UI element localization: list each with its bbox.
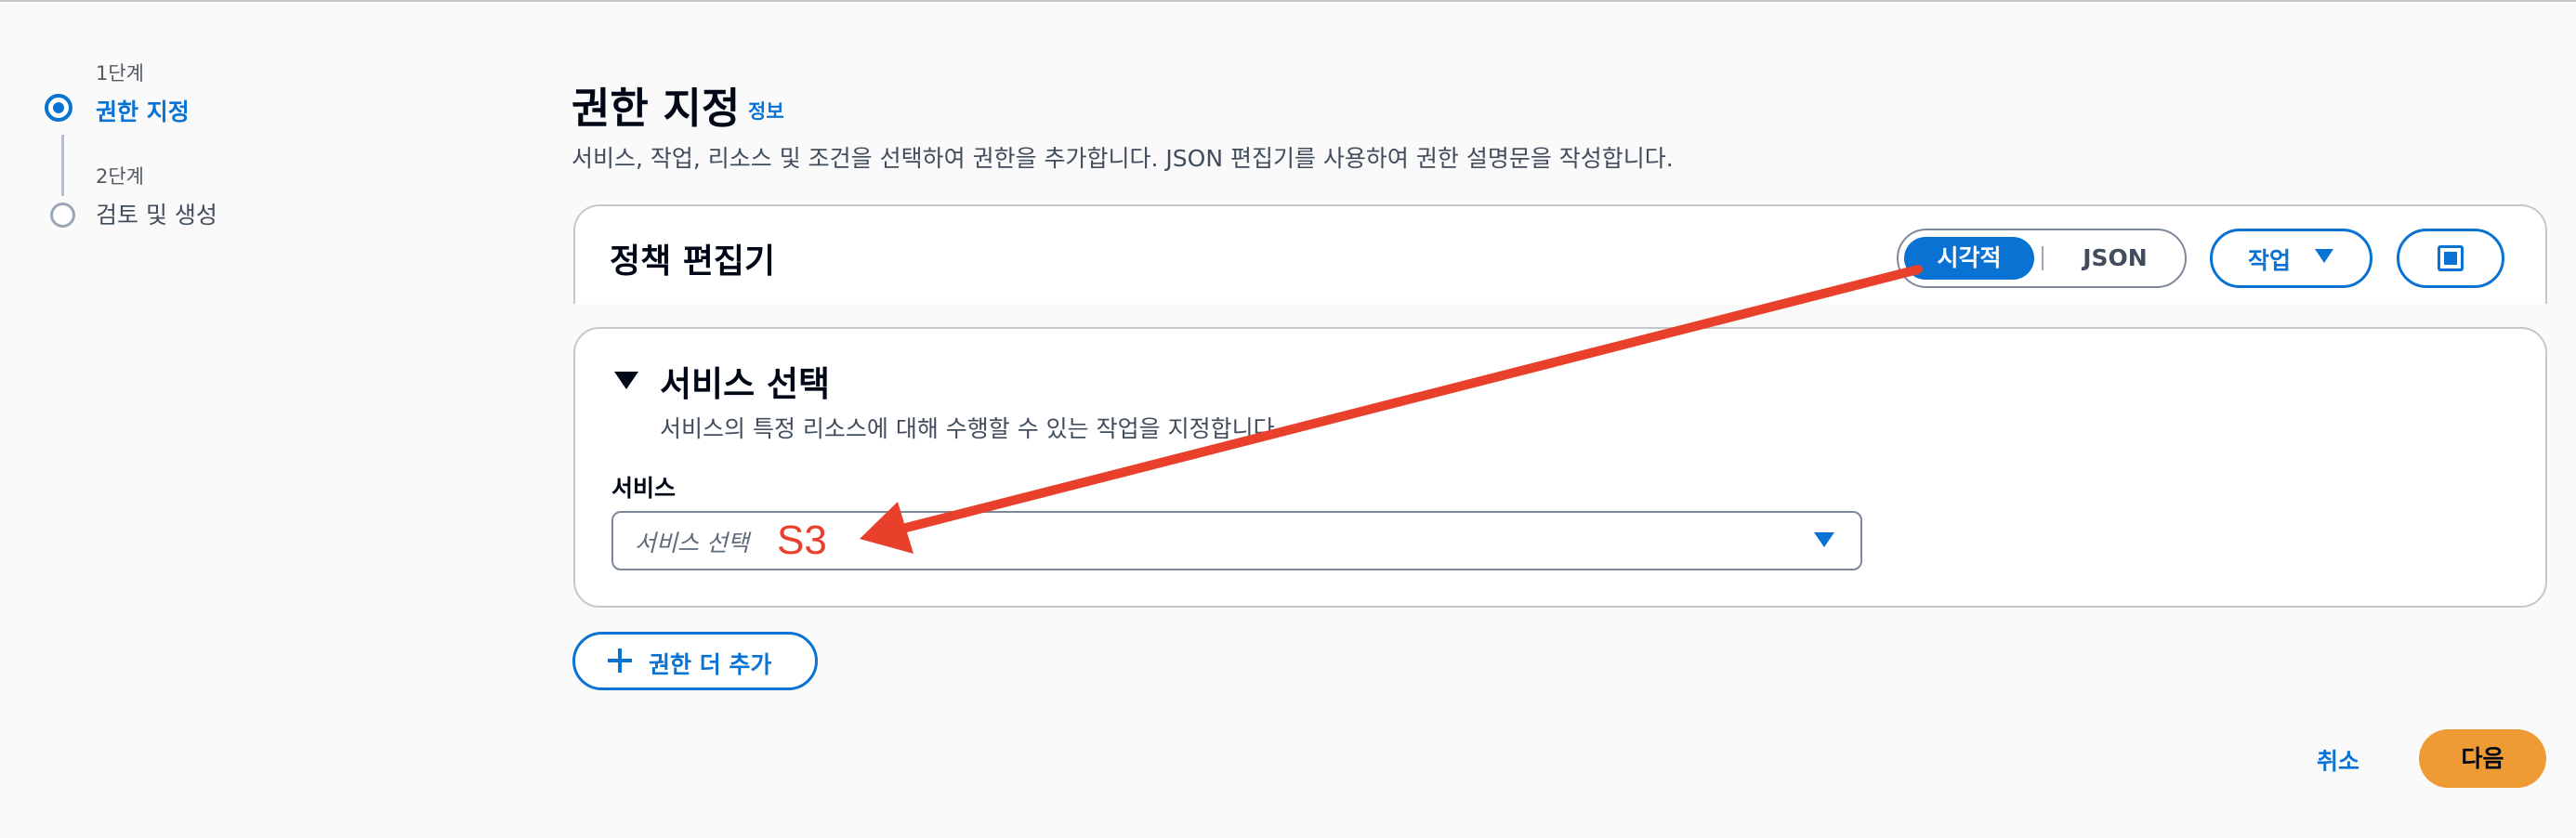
service-select-placeholder: 서비스 선택 — [635, 530, 749, 556]
service-section-title[interactable]: 서비스 선택 — [660, 356, 830, 406]
service-field-label: 서비스 — [611, 475, 677, 502]
cancel-button[interactable]: 취소 — [2317, 743, 2359, 777]
page-description: 서비스, 작업, 리소스 및 조건을 선택하여 권한을 추가합니다. JSON … — [572, 145, 1674, 172]
service-section-description: 서비스의 특정 리소스에 대해 수행할 수 있는 작업을 지정합니다. — [660, 415, 1282, 442]
step-1-number: 1단계 — [96, 62, 145, 85]
step-2-label: 검토 및 생성 — [96, 202, 217, 229]
top-border — [0, 0, 2576, 2]
step-connector — [61, 135, 64, 196]
collapse-caret-icon[interactable] — [614, 372, 638, 389]
policy-editor-title: 정책 편집기 — [610, 242, 776, 281]
select-caret-down-icon — [1814, 532, 1834, 547]
next-button[interactable]: 다음 — [2419, 729, 2546, 788]
caret-down-icon — [2315, 249, 2333, 263]
visual-mode-button[interactable]: 시각적 — [1904, 237, 2034, 280]
plus-icon — [608, 648, 632, 673]
actions-dropdown-button[interactable] — [2210, 229, 2372, 288]
step-1-indicator-icon — [45, 94, 72, 122]
page-title: 권한 지정 — [572, 84, 741, 133]
step-2-indicator-icon — [50, 203, 75, 228]
annotation-s3-text: S3 — [777, 517, 827, 563]
step-1-label[interactable]: 권한 지정 — [96, 94, 190, 127]
actions-dropdown-label: 작업 — [2248, 247, 2292, 274]
step-2-number: 2단계 — [96, 165, 145, 188]
info-link[interactable]: 정보 — [748, 97, 784, 124]
fullscreen-icon — [2438, 245, 2464, 271]
add-more-permissions-label: 권한 더 추가 — [649, 651, 772, 678]
json-mode-button[interactable]: JSON — [2054, 237, 2176, 280]
toggle-divider — [2042, 246, 2044, 270]
